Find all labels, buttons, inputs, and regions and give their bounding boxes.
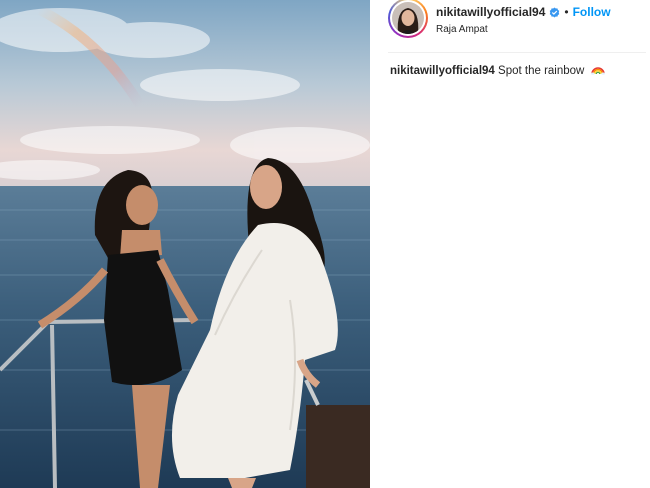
story-ring[interactable]	[388, 0, 428, 38]
post-sidebar: nikitawillyofficial94 • Follow Raja Ampa…	[370, 0, 650, 488]
header-text: nikitawillyofficial94 • Follow Raja Ampa…	[436, 5, 611, 35]
separator-dot: •	[564, 5, 569, 19]
follow-button[interactable]: Follow	[573, 5, 611, 19]
post-header: nikitawillyofficial94 • Follow Raja Ampa…	[388, 0, 646, 53]
avatar-frame	[390, 0, 426, 36]
caption-username-link[interactable]: nikitawillyofficial94	[390, 65, 495, 77]
post-caption: nikitawillyofficial94 Spot the rainbow	[390, 64, 605, 77]
header-line: nikitawillyofficial94 • Follow	[436, 5, 611, 19]
avatar-image	[392, 2, 424, 34]
rainbow-emoji-icon	[590, 64, 605, 75]
location-link[interactable]: Raja Ampat	[436, 24, 611, 35]
caption-text: Spot the rainbow	[498, 65, 585, 77]
verified-badge-icon	[549, 6, 560, 18]
post-photo[interactable]	[0, 0, 370, 488]
avatar[interactable]	[392, 2, 424, 34]
photo-image	[0, 0, 370, 488]
instagram-post: nikitawillyofficial94 • Follow Raja Ampa…	[0, 0, 650, 488]
username-link[interactable]: nikitawillyofficial94	[436, 5, 545, 19]
